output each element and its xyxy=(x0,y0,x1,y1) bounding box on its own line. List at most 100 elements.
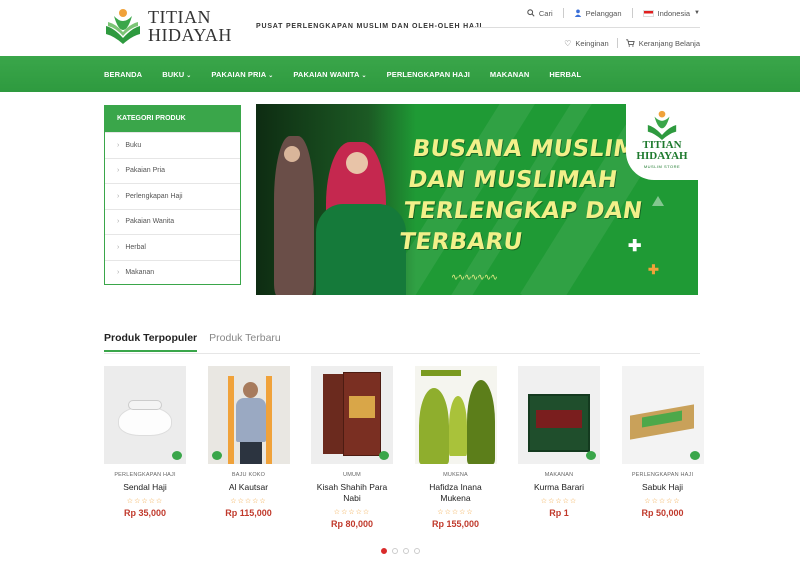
mukena-figure xyxy=(466,380,495,464)
product-image xyxy=(414,366,497,464)
brand-badge-icon xyxy=(379,451,389,460)
tab-produk-terbaru[interactable]: Produk Terbaru xyxy=(209,332,281,352)
nav-item-makanan[interactable]: MAKANAN xyxy=(490,70,529,79)
account-links: ♡ Keinginan Keranjang Belanja xyxy=(564,38,700,48)
language-selector[interactable]: Indonesia ▼ xyxy=(642,8,700,18)
heart-icon: ♡ xyxy=(564,38,572,48)
product-name: Al Kautsar xyxy=(228,482,269,492)
product-price: Rp 35,000 xyxy=(123,508,167,518)
product-price: Rp 1 xyxy=(549,508,569,518)
nav-item-pakaian-wanita[interactable]: PAKAIAN WANITA ⌄ xyxy=(293,70,366,79)
customer-link[interactable]: Pelanggan xyxy=(574,9,622,18)
carousel-dot-2[interactable] xyxy=(392,548,398,554)
category-item-buku[interactable]: › Buku xyxy=(105,132,240,158)
category-label: Herbal xyxy=(125,243,146,251)
triangle-decoration xyxy=(652,196,664,206)
banner-logo: TITIAN HIDAYAH MUSLIM STORE xyxy=(626,104,698,180)
banner-line: TERBARU xyxy=(397,229,525,255)
chevron-right-icon: › xyxy=(117,269,120,277)
sandal-shape xyxy=(118,406,172,436)
cart-label: Keranjang Belanja xyxy=(638,38,700,48)
search-label: Cari xyxy=(538,8,553,18)
wishlist-link[interactable]: ♡ Keinginan xyxy=(564,39,609,48)
nav-label: PERLENGKAPAN HAJI xyxy=(386,69,470,79)
category-label: Buku xyxy=(125,141,142,149)
banner-logo-text: TITIAN HIDAYAH xyxy=(636,140,687,162)
product-name: Hafidza Inana Mukena xyxy=(429,482,482,503)
nav-label: HERBAL xyxy=(549,69,582,79)
header-divider xyxy=(470,27,700,28)
banner-line: TERLENGKAP DAN xyxy=(402,198,645,224)
carousel-dot-3[interactable] xyxy=(403,548,409,554)
carousel-dot-1[interactable] xyxy=(381,548,387,554)
nav-item-herbal[interactable]: HERBAL xyxy=(549,70,581,79)
language-label: Indonesia xyxy=(657,8,691,18)
nav-item-pakaian-pria[interactable]: PAKAIAN PRIA ⌄ xyxy=(211,70,273,79)
rating-stars: ☆☆☆☆☆ xyxy=(333,509,371,516)
caret-down-icon: ▼ xyxy=(694,10,700,16)
product-category: BAJU KOKO xyxy=(231,472,266,478)
nav-label: BUKU xyxy=(162,69,185,79)
category-panel-title: KATEGORI PRODUK xyxy=(105,106,240,132)
promo-banner[interactable]: BUSANA MUSLIM DAN MUSLIMAH TERLENGKAP DA… xyxy=(256,104,698,295)
product-price: Rp 155,000 xyxy=(431,519,480,529)
wishlist-label: Keinginan xyxy=(575,38,609,48)
nav-label: BERANDA xyxy=(104,69,143,79)
model-pants xyxy=(239,442,262,464)
cart-link[interactable]: Keranjang Belanja xyxy=(625,38,700,48)
brand-badge-icon xyxy=(211,451,222,460)
model-face xyxy=(242,382,258,398)
category-item-pakaian-wanita[interactable]: › Pakaian Wanita xyxy=(105,208,240,235)
product-image xyxy=(621,366,704,464)
nav-label: MAKANAN xyxy=(489,69,530,79)
product-category: UMUM xyxy=(343,472,361,478)
chevron-down-icon: ⌄ xyxy=(361,72,367,79)
rating-stars: ☆☆☆☆☆ xyxy=(644,498,681,505)
product-carousel: PERLENGKAPAN HAJI Sendal Haji ☆☆☆☆☆ Rp 3… xyxy=(104,366,704,529)
logo-line2: HIDAYAH xyxy=(148,25,232,45)
category-item-makanan[interactable]: › Makanan xyxy=(105,259,240,286)
category-panel: KATEGORI PRODUK › Buku › Pakaian Pria › Per… xyxy=(104,105,241,285)
plus-icon: ✚ xyxy=(628,238,642,255)
brand-badge-icon xyxy=(689,451,700,460)
plus-icon: ✚ xyxy=(648,262,659,277)
product-card[interactable]: PERLENGKAPAN HAJI Sabuk Haji ☆☆☆☆☆ Rp 50… xyxy=(621,366,704,529)
dates-label xyxy=(536,410,582,428)
chevron-right-icon: › xyxy=(117,167,120,175)
product-card[interactable]: MUKENA Hafidza Inana Mukena ☆☆☆☆☆ Rp 155… xyxy=(414,366,497,529)
category-item-perlengkapan-haji[interactable]: › Perlengkapan Haji xyxy=(105,183,240,209)
mukena-figure xyxy=(448,396,467,456)
nav-item-perlengkapan-haji[interactable]: PERLENGKAPAN HAJI xyxy=(387,70,470,79)
model-figure xyxy=(316,204,406,295)
product-card[interactable]: UMUM Kisah Shahih Para Nabi ☆☆☆☆☆ Rp 80,… xyxy=(311,366,393,529)
product-category: PERLENGKAPAN HAJI xyxy=(114,472,176,478)
chair-frame xyxy=(265,376,272,464)
product-card[interactable]: BAJU KOKO Al Kautsar ☆☆☆☆☆ Rp 115,000 xyxy=(207,366,290,529)
carousel-dot-4[interactable] xyxy=(414,548,420,554)
product-image xyxy=(311,366,393,464)
category-label: Perlengkapan Haji xyxy=(125,192,183,200)
top-separator xyxy=(631,8,633,18)
tab-produk-terpopuler[interactable]: Produk Terpopuler xyxy=(104,332,198,352)
category-item-herbal[interactable]: › Herbal xyxy=(105,234,240,260)
product-category: MAKANAN xyxy=(544,472,574,478)
banner-logo-line2: HIDAYAH xyxy=(636,150,688,162)
category-item-pakaian-pria[interactable]: › Pakaian Pria xyxy=(105,157,240,184)
product-card[interactable]: PERLENGKAPAN HAJI Sendal Haji ☆☆☆☆☆ Rp 3… xyxy=(104,366,186,529)
nav-items: BERANDA BUKU ⌄ PAKAIAN PRIA ⌄ PAKAIAN WANI… xyxy=(104,56,601,92)
search-link[interactable]: Cari xyxy=(527,9,553,18)
brand-badge-icon xyxy=(172,451,182,460)
site-logo[interactable]: TITIAN HIDAYAH xyxy=(104,8,232,44)
top-separator xyxy=(562,8,564,18)
product-tabs: Produk Terpopuler Produk Terbaru xyxy=(104,332,293,352)
product-card[interactable]: MAKANAN Kurma Barari ☆☆☆☆☆ Rp 1 xyxy=(518,366,600,529)
nav-label: PAKAIAN WANITA xyxy=(293,69,360,79)
logo-text: TITIAN HIDAYAH xyxy=(148,8,232,44)
rating-stars: ☆☆☆☆☆ xyxy=(437,509,474,516)
chevron-right-icon: › xyxy=(117,192,120,200)
product-price: Rp 80,000 xyxy=(330,519,374,529)
product-name: Sabuk Haji xyxy=(641,482,684,492)
product-name: Kisah Shahih Para Nabi xyxy=(316,482,388,503)
nav-item-beranda[interactable]: BERANDA xyxy=(104,70,142,79)
nav-item-buku[interactable]: BUKU ⌄ xyxy=(162,70,191,79)
